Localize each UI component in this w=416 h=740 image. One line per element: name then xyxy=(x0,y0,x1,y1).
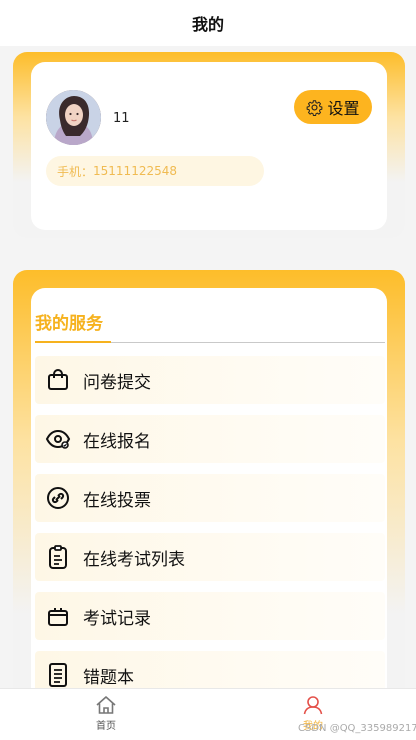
tab-home[interactable]: 首页 xyxy=(76,695,136,732)
phone-label: 手机： xyxy=(57,164,94,179)
notebook-icon xyxy=(45,662,71,688)
phone-value: 15111122548 xyxy=(93,164,177,178)
service-label: 在线考试列表 xyxy=(83,549,185,570)
services-divider xyxy=(35,341,385,343)
service-item-vote[interactable]: 在线投票 xyxy=(35,474,385,522)
navbar: 我的 xyxy=(0,0,416,46)
service-label: 在线投票 xyxy=(83,490,151,511)
service-label: 错题本 xyxy=(83,667,134,688)
service-item-survey[interactable]: 问卷提交 xyxy=(35,356,385,404)
services-card: 我的服务 问卷提交 在线报名 在线投票 在线考试列表 考试记录 错题本 xyxy=(31,288,387,708)
eye-icon xyxy=(45,426,71,452)
user-name: 11 xyxy=(113,111,130,126)
clipboard-icon xyxy=(45,544,71,570)
services-title: 我的服务 xyxy=(35,314,103,334)
avatar-image xyxy=(46,90,101,145)
settings-button[interactable]: 设置 xyxy=(294,90,372,124)
service-label: 考试记录 xyxy=(83,608,151,629)
profile-card: 11 设置 手机： 15111122548 xyxy=(31,62,387,230)
watermark-text: CSDN @QQ_3359892174 xyxy=(298,723,416,734)
user-icon xyxy=(303,696,323,715)
services-title-underline xyxy=(35,341,111,343)
service-item-registration[interactable]: 在线报名 xyxy=(35,415,385,463)
home-icon xyxy=(96,696,116,714)
gear-icon xyxy=(307,99,323,116)
avatar[interactable] xyxy=(46,90,101,145)
service-label: 在线报名 xyxy=(83,431,151,452)
settings-label: 设置 xyxy=(327,99,360,118)
shopping-bag-icon xyxy=(45,367,71,393)
link-icon xyxy=(45,485,71,511)
gift-box-icon xyxy=(45,603,71,629)
service-item-exam-list[interactable]: 在线考试列表 xyxy=(35,533,385,581)
tab-home-label: 首页 xyxy=(96,721,116,732)
service-item-exam-records[interactable]: 考试记录 xyxy=(35,592,385,640)
phone-badge: 手机： 15111122548 xyxy=(46,156,264,186)
page-title: 我的 xyxy=(191,15,224,34)
service-label: 问卷提交 xyxy=(83,372,151,393)
